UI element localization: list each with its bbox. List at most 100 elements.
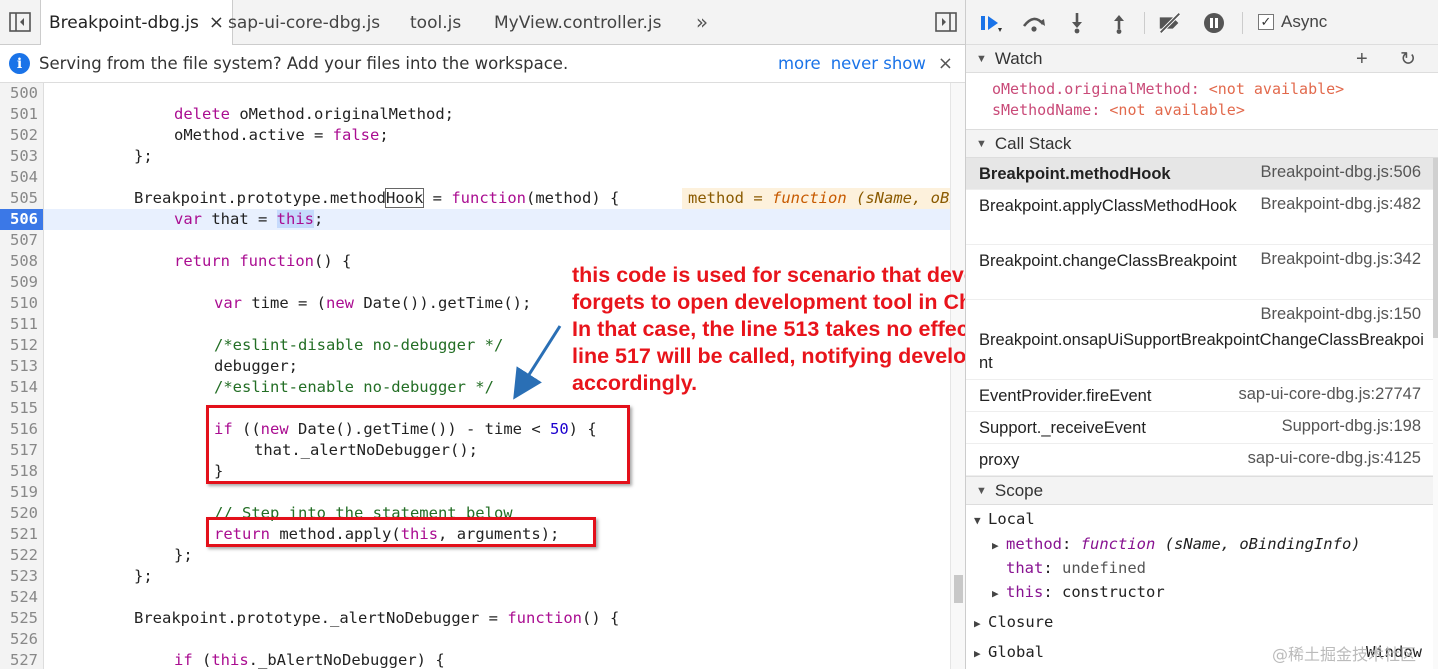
sidebar-scrollbar[interactable] xyxy=(1433,158,1438,669)
collapse-triangle-icon[interactable]: ▼ xyxy=(976,53,987,65)
line-number[interactable]: 527 xyxy=(0,650,44,669)
frame-location[interactable]: Breakpoint-dbg.js:506 xyxy=(1260,163,1421,182)
line-number[interactable]: 525 xyxy=(0,608,44,629)
line-number[interactable]: 526 xyxy=(0,629,44,650)
call-frame[interactable]: Breakpoint-dbg.js:150 Breakpoint.onsapUi… xyxy=(966,300,1433,380)
line-number[interactable]: 507 xyxy=(0,230,44,251)
tab-myview-controller[interactable]: MyView.controller.js xyxy=(486,0,669,45)
line-number[interactable]: 505 xyxy=(0,188,44,209)
scope-variable[interactable]: ▶ method: function (sName, oBindingInfo) xyxy=(992,535,1361,553)
expanded-triangle-icon[interactable]: ▼ xyxy=(974,514,988,527)
collapse-triangle-icon[interactable]: ▼ xyxy=(976,138,987,150)
line-number[interactable]: 508 xyxy=(0,251,44,272)
watch-section-header[interactable]: ▼ Watch + ↻ xyxy=(966,44,1438,73)
scope-variable[interactable]: ▶ this: constructor xyxy=(992,583,1165,601)
expand-triangle-icon[interactable]: ▶ xyxy=(974,647,988,660)
call-frame[interactable]: Breakpoint.changeClassBreakpoint Breakpo… xyxy=(966,245,1433,300)
scope-variable[interactable]: that: undefined xyxy=(1006,559,1146,577)
step-into-icon[interactable] xyxy=(1064,11,1090,35)
scope-section-header[interactable]: ▼ Scope xyxy=(966,476,1438,505)
toggle-debugger-icon[interactable] xyxy=(934,10,958,34)
deactivate-breakpoints-icon[interactable] xyxy=(1157,11,1183,35)
expand-triangle-icon[interactable]: ▶ xyxy=(992,539,1006,552)
line-source: var that = this; xyxy=(174,210,324,228)
line-number[interactable]: 522 xyxy=(0,545,44,566)
line-number[interactable]: 512 xyxy=(0,335,44,356)
line-number[interactable]: 509 xyxy=(0,272,44,293)
line-number[interactable]: 516 xyxy=(0,419,44,440)
line-number[interactable]: 515 xyxy=(0,398,44,419)
scrollbar-thumb[interactable] xyxy=(1433,158,1438,338)
scrollbar-thumb[interactable] xyxy=(954,575,963,603)
checkmark-icon[interactable]: ✓ xyxy=(1258,14,1274,30)
tab-tool[interactable]: tool.js xyxy=(402,0,469,45)
call-stack-section-header[interactable]: ▼ Call Stack xyxy=(966,129,1438,158)
code-line[interactable]: 503}; xyxy=(0,146,950,167)
line-number[interactable]: 504 xyxy=(0,167,44,188)
call-frame[interactable]: EventProvider.fireEvent sap-ui-core-dbg.… xyxy=(966,380,1433,412)
line-number[interactable]: 519 xyxy=(0,482,44,503)
code-line[interactable]: 505 Breakpoint.prototype.methodHook = fun… xyxy=(0,188,950,209)
scope-local[interactable]: ▼ Local xyxy=(974,510,1035,528)
frame-location[interactable]: sap-ui-core-dbg.js:4125 xyxy=(1248,449,1421,468)
code-line[interactable]: 524 xyxy=(0,587,950,608)
line-number[interactable]: 510 xyxy=(0,293,44,314)
code-line-current[interactable]: 506 var that = this; xyxy=(0,209,950,230)
call-frame[interactable]: Breakpoint.methodHook Breakpoint-dbg.js:… xyxy=(966,158,1433,190)
code-line[interactable]: 500 xyxy=(0,83,950,104)
code-line[interactable]: 519 xyxy=(0,482,950,503)
line-number[interactable]: 520 xyxy=(0,503,44,524)
refresh-icon[interactable]: ↻ xyxy=(1400,48,1416,71)
line-number[interactable]: 523 xyxy=(0,566,44,587)
watch-item[interactable]: oMethod.originalMethod: <not available> xyxy=(992,80,1344,98)
call-frame[interactable]: proxy sap-ui-core-dbg.js:4125 xyxy=(966,444,1433,476)
line-number[interactable]: 506 xyxy=(0,209,44,230)
code-line[interactable]: 522}; xyxy=(0,545,950,566)
line-number[interactable]: 514 xyxy=(0,377,44,398)
code-line[interactable]: 525 Breakpoint.prototype._alertNoDebugger… xyxy=(0,608,950,629)
line-number[interactable]: 513 xyxy=(0,356,44,377)
frame-location[interactable]: sap-ui-core-dbg.js:27747 xyxy=(1238,385,1421,404)
add-watch-icon[interactable]: + xyxy=(1356,48,1368,71)
line-number[interactable]: 511 xyxy=(0,314,44,335)
code-line[interactable]: 526 xyxy=(0,629,950,650)
line-number[interactable]: 501 xyxy=(0,104,44,125)
scope-closure[interactable]: ▶ Closure xyxy=(974,613,1053,631)
line-number[interactable]: 503 xyxy=(0,146,44,167)
more-link[interactable]: more xyxy=(778,54,821,73)
step-out-icon[interactable] xyxy=(1106,11,1132,35)
line-number[interactable]: 502 xyxy=(0,125,44,146)
frame-location[interactable]: Support-dbg.js:198 xyxy=(1282,417,1421,436)
async-checkbox[interactable]: ✓ Async xyxy=(1258,12,1327,32)
watch-item[interactable]: sMethodName: <not available> xyxy=(992,101,1245,119)
close-icon[interactable]: × xyxy=(938,53,953,74)
tab-breakpoint-dbg[interactable]: Breakpoint-dbg.js × xyxy=(40,0,233,45)
code-line[interactable]: 501 delete oMethod.originalMethod; xyxy=(0,104,950,125)
frame-location[interactable]: Breakpoint-dbg.js:482 xyxy=(1260,195,1421,214)
line-number[interactable]: 517 xyxy=(0,440,44,461)
scope-global[interactable]: ▶ Global xyxy=(974,643,1044,661)
collapse-triangle-icon[interactable]: ▼ xyxy=(976,485,987,497)
frame-location[interactable]: Breakpoint-dbg.js:342 xyxy=(1260,250,1421,269)
expand-triangle-icon[interactable]: ▶ xyxy=(992,587,1006,600)
line-number[interactable]: 500 xyxy=(0,83,44,104)
line-number[interactable]: 524 xyxy=(0,587,44,608)
tab-sap-ui-core-dbg[interactable]: sap-ui-core-dbg.js xyxy=(220,0,388,45)
line-number[interactable]: 518 xyxy=(0,461,44,482)
code-line[interactable]: 504 xyxy=(0,167,950,188)
never-show-link[interactable]: never show xyxy=(831,54,926,73)
tab-overflow-icon[interactable]: » xyxy=(690,10,714,34)
code-line[interactable]: 523}; xyxy=(0,566,950,587)
resume-icon[interactable] xyxy=(978,11,1004,35)
toggle-navigator-icon[interactable] xyxy=(8,10,32,34)
code-line[interactable]: 527 if (this._bAlertNoDebugger) { xyxy=(0,650,950,669)
call-frame[interactable]: Breakpoint.applyClassMethodHook Breakpoi… xyxy=(966,190,1433,245)
line-number[interactable]: 521 xyxy=(0,524,44,545)
call-frame[interactable]: Support._receiveEvent Support-dbg.js:198 xyxy=(966,412,1433,444)
pause-on-exceptions-icon[interactable] xyxy=(1201,11,1227,35)
code-line[interactable]: 507 xyxy=(0,230,950,251)
expand-triangle-icon[interactable]: ▶ xyxy=(974,617,988,630)
step-over-icon[interactable] xyxy=(1021,11,1047,35)
frame-location[interactable]: Breakpoint-dbg.js:150 xyxy=(1260,305,1421,324)
code-line[interactable]: 502 oMethod.active = false; xyxy=(0,125,950,146)
